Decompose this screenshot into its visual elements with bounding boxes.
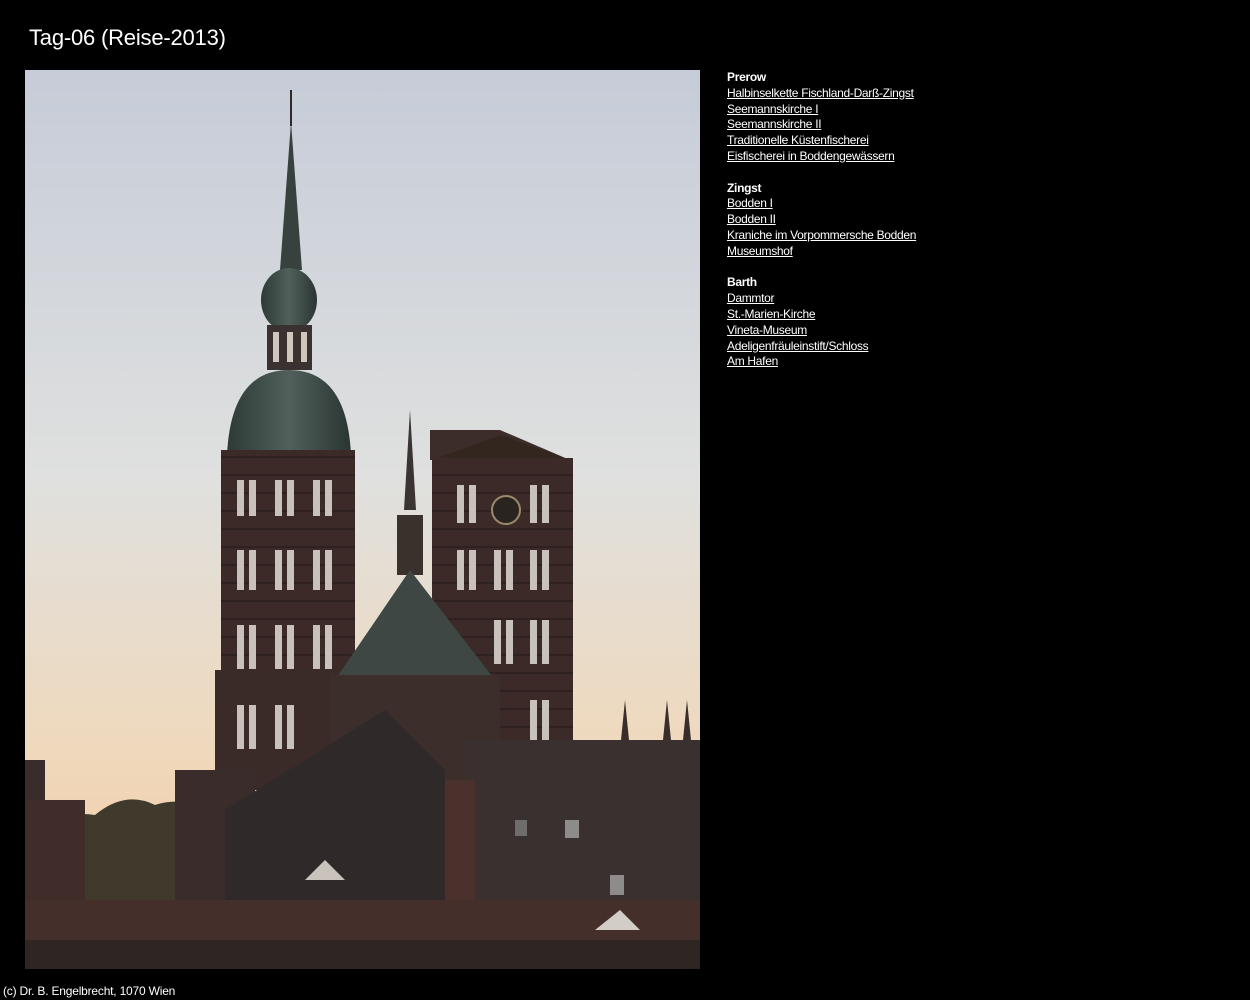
- nav-link-halbinselkette[interactable]: Halbinselkette Fischland-Darß-Zingst: [727, 86, 916, 102]
- nav-group-barth: Barth Dammtor St.-Marien-Kirche Vineta-M…: [727, 275, 916, 370]
- nav-link-st-marien-kirche[interactable]: St.-Marien-Kirche: [727, 307, 916, 323]
- nav-link-dammtor[interactable]: Dammtor: [727, 291, 916, 307]
- nav-link-seemannskirche-1[interactable]: Seemannskirche I: [727, 102, 916, 118]
- nav-group-zingst: Zingst Bodden I Bodden II Kraniche im Vo…: [727, 181, 916, 260]
- nav-group-prerow: Prerow Halbinselkette Fischland-Darß-Zin…: [727, 70, 916, 165]
- nav-heading-barth: Barth: [727, 275, 757, 290]
- nav-heading-prerow: Prerow: [727, 70, 766, 84]
- church-photo: [25, 70, 700, 969]
- nav-link-bodden-2[interactable]: Bodden II: [727, 212, 916, 228]
- nav-link-am-hafen[interactable]: Am Hafen: [727, 354, 916, 370]
- copyright-footer: (c) Dr. B. Engelbrecht, 1070 Wien: [3, 984, 176, 998]
- sidebar-nav: Prerow Halbinselkette Fischland-Darß-Zin…: [727, 70, 916, 386]
- nav-link-vineta-museum[interactable]: Vineta-Museum: [727, 323, 916, 339]
- nav-link-adeligenfraeuleinstift[interactable]: Adeligenfräuleinstift/Schloss: [727, 339, 916, 355]
- nav-link-eisfischerei[interactable]: Eisfischerei in Boddengewässern: [727, 149, 916, 165]
- nav-link-kuestenfischerei[interactable]: Traditionelle Küstenfischerei: [727, 133, 916, 149]
- nav-link-seemannskirche-2[interactable]: Seemannskirche II: [727, 117, 916, 133]
- nav-link-bodden-1[interactable]: Bodden I: [727, 196, 916, 212]
- nav-heading-zingst: Zingst: [727, 180, 762, 195]
- nav-link-museumshof[interactable]: Museumshof: [727, 244, 916, 260]
- page-title: Tag-06 (Reise-2013): [29, 25, 226, 50]
- nav-link-kraniche[interactable]: Kraniche im Vorpommersche Bodden: [727, 228, 916, 244]
